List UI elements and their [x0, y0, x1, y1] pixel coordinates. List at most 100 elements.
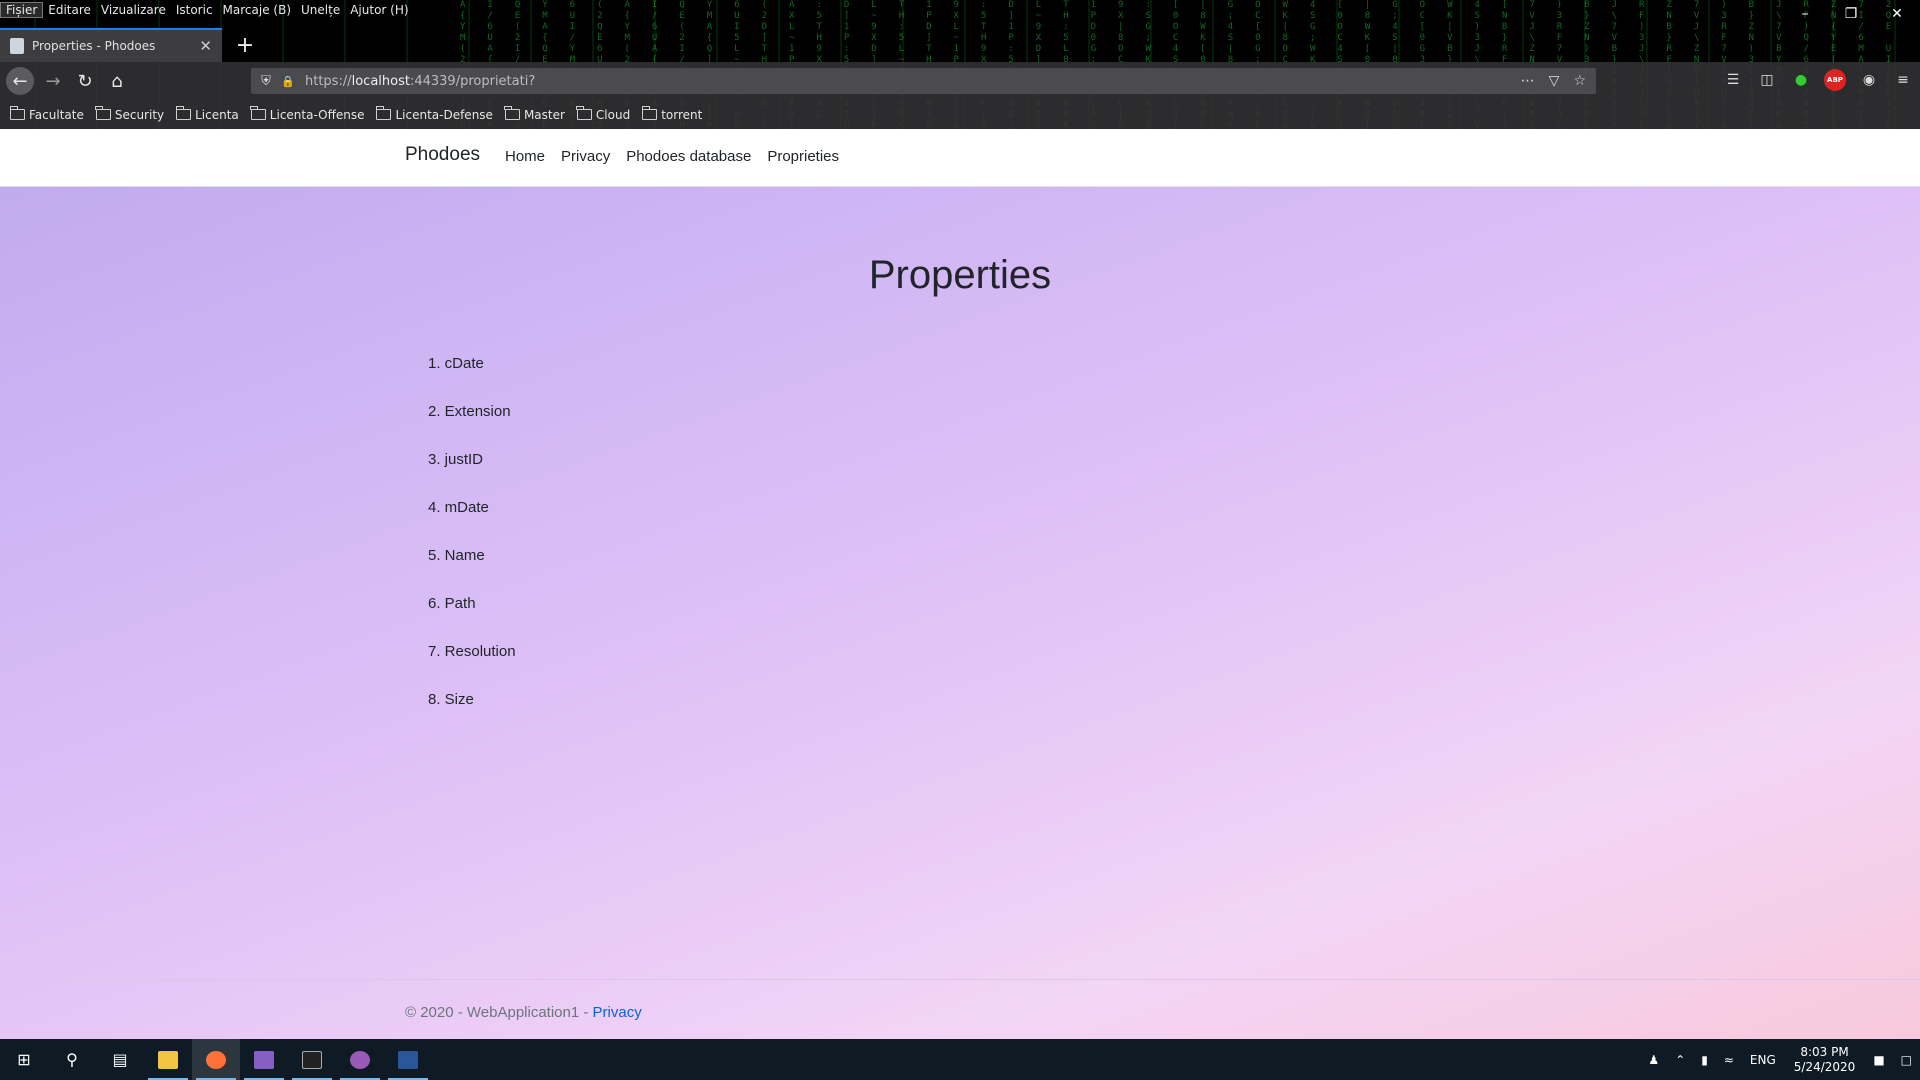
- tracking-shield-icon[interactable]: ⛨: [259, 74, 273, 89]
- folder-icon: [9, 106, 25, 120]
- restore-icon[interactable]: ❐: [1828, 0, 1874, 28]
- bookmarks-toolbar: Facultate Security Licenta Licenta-Offen…: [0, 100, 1920, 129]
- word-icon[interactable]: [384, 1039, 432, 1080]
- menu-bar: Fișier Editare Vizualizare Istoric Marca…: [0, 0, 414, 20]
- menu-history[interactable]: Istoric: [171, 3, 218, 17]
- file-explorer-icon[interactable]: [144, 1039, 192, 1080]
- home-icon[interactable]: ⌂: [104, 68, 130, 94]
- page-actions-icon[interactable]: ⋯: [1521, 73, 1535, 89]
- nav-link-privacy[interactable]: Privacy: [561, 148, 610, 165]
- firefox-icon[interactable]: [192, 1039, 240, 1080]
- navigation-toolbar: ← → ↻ ⌂ ⛨ 🔒 https:// localhost :44339/pr…: [0, 62, 1920, 100]
- bookmark-label: Licenta: [195, 107, 239, 122]
- close-window-icon[interactable]: ✕: [1874, 0, 1920, 28]
- bookmark-label: Master: [523, 107, 565, 122]
- visual-studio-icon[interactable]: [240, 1039, 288, 1080]
- clock[interactable]: 8:03 PM 5/24/2020: [1784, 1045, 1866, 1075]
- bookmark-label: Facultate: [29, 107, 84, 122]
- folder-icon: [175, 106, 192, 120]
- extension-icon[interactable]: ◉: [1858, 69, 1880, 91]
- back-arrow-icon[interactable]: ←: [6, 67, 34, 95]
- site-nav-links: Home Privacy Phodoes database Proprietie…: [505, 148, 839, 165]
- list-item: 1. cDate: [428, 355, 484, 372]
- address-bar[interactable]: ⛨ 🔒 https:// localhost :44339/proprietat…: [251, 68, 1596, 94]
- wifi-icon[interactable]: ≈: [1716, 1053, 1742, 1067]
- page-favicon-icon: [10, 38, 24, 54]
- library-icon[interactable]: ☰: [1722, 69, 1744, 91]
- properties-list: 1. cDate 2. Extension 3. justID 4. mDate…: [428, 355, 516, 739]
- tab-strip: Properties - Phodoes ✕ +: [0, 28, 1920, 62]
- forward-arrow-icon[interactable]: →: [40, 68, 66, 94]
- battery-icon[interactable]: ▮: [1693, 1053, 1716, 1067]
- clock-time: 8:03 PM: [1800, 1044, 1849, 1059]
- url-scheme: https://: [305, 73, 352, 89]
- adblock-icon[interactable]: ABP: [1824, 69, 1846, 91]
- bookmark-folder[interactable]: Licenta-Offense: [250, 106, 365, 122]
- people-icon[interactable]: ♟: [1640, 1053, 1667, 1067]
- terminal-icon[interactable]: [288, 1039, 336, 1080]
- pocket-icon[interactable]: ▽: [1549, 73, 1560, 89]
- browser-chrome: AIQY6(AIQY6(A:DLT19:DLT19:[|GOW4[|GOW4[7…: [0, 0, 1920, 129]
- folder-icon: [576, 106, 592, 120]
- lock-icon[interactable]: 🔒: [281, 75, 295, 88]
- reload-icon[interactable]: ↻: [72, 68, 98, 94]
- app-icon[interactable]: [336, 1039, 384, 1080]
- bookmark-folder[interactable]: Cloud: [576, 106, 631, 122]
- folder-icon: [375, 106, 392, 120]
- bookmark-folder[interactable]: Facultate: [9, 106, 84, 122]
- windows-taskbar: ⊞ ⚲ ▤ ♟ ⌃ ▮ ≈ ENG 8:03 PM 5/24/2020 ■ □: [0, 1039, 1920, 1080]
- site-navbar: Phodoes Home Privacy Phodoes database Pr…: [0, 129, 1920, 187]
- bookmark-folder[interactable]: Master: [504, 106, 565, 122]
- tab-title: Properties - Phodoes: [32, 39, 156, 53]
- folder-icon: [504, 106, 520, 120]
- footer-copyright: © 2020 - WebApplication1 -: [405, 1004, 593, 1021]
- bookmark-label: torrent: [661, 107, 703, 122]
- tab-properties[interactable]: Properties - Phodoes ✕: [0, 28, 222, 62]
- minimize-icon[interactable]: –: [1782, 0, 1828, 28]
- nav-link-home[interactable]: Home: [505, 148, 545, 165]
- clock-date: 5/24/2020: [1793, 1059, 1856, 1074]
- list-item: 6. Path: [428, 595, 476, 612]
- search-icon[interactable]: ⚲: [48, 1039, 96, 1080]
- list-item: 7. Resolution: [428, 643, 516, 660]
- menu-view[interactable]: Vizualizare: [96, 3, 171, 17]
- nav-link-proprieties[interactable]: Proprieties: [767, 148, 839, 165]
- bookmark-folder[interactable]: Licenta: [175, 106, 239, 122]
- list-item: 8. Size: [428, 691, 474, 708]
- bookmark-label: Security: [114, 107, 165, 122]
- notifications-icon[interactable]: □: [1893, 1053, 1920, 1067]
- footer-privacy-link[interactable]: Privacy: [593, 1004, 642, 1021]
- account-icon[interactable]: ●: [1790, 69, 1812, 91]
- menu-help[interactable]: Ajutor (H): [345, 3, 413, 17]
- site-brand[interactable]: Phodoes: [405, 144, 480, 166]
- sidebar-icon[interactable]: ◫: [1756, 69, 1778, 91]
- nav-link-database[interactable]: Phodoes database: [626, 148, 751, 165]
- bookmark-folder[interactable]: torrent: [641, 106, 703, 122]
- toolbar-extensions: ☰ ◫ ● ABP ◉ ≡: [1722, 69, 1920, 91]
- hamburger-menu-icon[interactable]: ≡: [1892, 69, 1914, 91]
- menu-tools[interactable]: Unelțe: [296, 3, 345, 17]
- url-path: :44339/proprietati?: [409, 73, 536, 89]
- close-tab-icon[interactable]: ✕: [199, 37, 212, 55]
- bookmark-label: Licenta-Defense: [395, 107, 493, 122]
- tray-app-icon[interactable]: ■: [1865, 1053, 1892, 1067]
- menu-file[interactable]: Fișier: [0, 2, 44, 18]
- windows-start-icon[interactable]: ⊞: [0, 1039, 48, 1080]
- bookmark-star-icon[interactable]: ☆: [1573, 73, 1586, 89]
- menu-edit[interactable]: Editare: [43, 3, 96, 17]
- system-tray: ♟ ⌃ ▮ ≈ ENG 8:03 PM 5/24/2020 ■ □: [1640, 1039, 1920, 1080]
- menu-bookmarks[interactable]: Marcaje (B): [218, 3, 296, 17]
- list-item: 5. Name: [428, 547, 485, 564]
- bookmark-folder[interactable]: Licenta-Defense: [375, 106, 493, 122]
- bookmark-label: Cloud: [595, 107, 631, 122]
- task-view-icon[interactable]: ▤: [96, 1039, 144, 1080]
- bookmark-label: Licenta-Offense: [269, 107, 365, 122]
- chevron-up-icon[interactable]: ⌃: [1667, 1053, 1693, 1067]
- url-host: localhost: [351, 73, 410, 89]
- site-footer: © 2020 - WebApplication1 - Privacy: [0, 979, 1920, 1039]
- list-item: 4. mDate: [428, 499, 489, 516]
- bookmark-folder[interactable]: Security: [95, 106, 165, 122]
- language-indicator[interactable]: ENG: [1742, 1053, 1784, 1067]
- list-item: 2. Extension: [428, 403, 511, 420]
- new-tab-icon[interactable]: +: [232, 32, 258, 58]
